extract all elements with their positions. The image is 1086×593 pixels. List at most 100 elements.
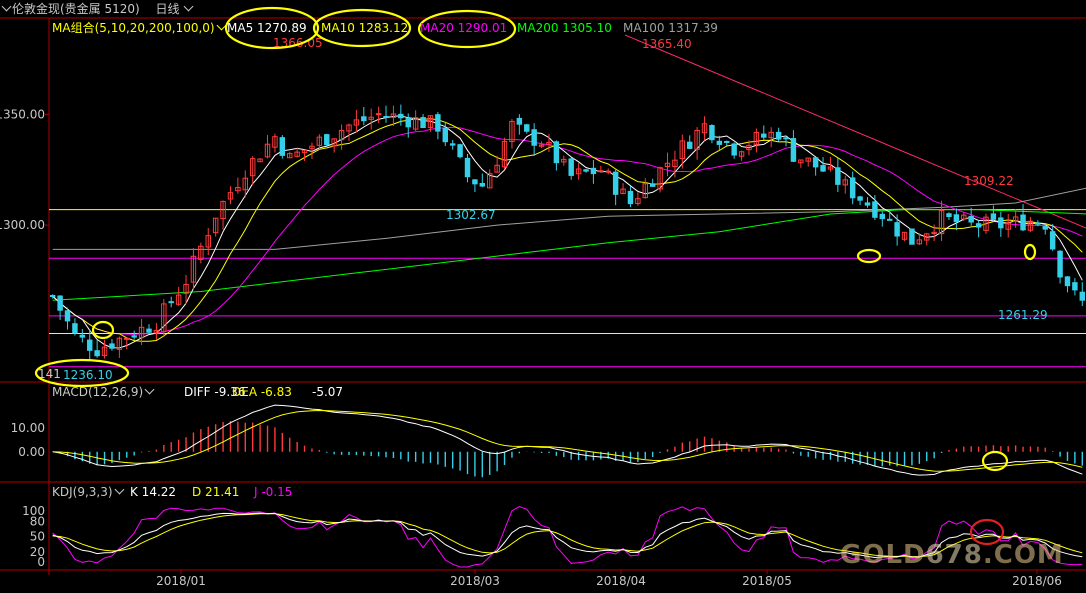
highlight-ellipse — [91, 320, 115, 340]
candle-body — [568, 158, 574, 176]
kdj-tick-label: 50 — [30, 530, 45, 544]
candle-body — [279, 137, 286, 156]
chevron-down-icon — [144, 384, 155, 395]
d-legend: D 21.41 — [192, 485, 240, 499]
candle-body — [1035, 222, 1041, 225]
chevron-down-icon — [183, 1, 194, 12]
ma20-legend: MA20 1290.01 — [420, 21, 508, 35]
candle-body — [835, 167, 841, 185]
candle-body — [375, 113, 382, 116]
ma200-legend: MA200 1305.10 — [517, 21, 612, 35]
candle-body — [472, 179, 478, 185]
candle-body — [49, 295, 56, 298]
candle-body — [894, 222, 900, 237]
chart-canvas[interactable]: 1350.001300.001366.05 1365.401302.671309.… — [0, 0, 1086, 593]
candle-body — [479, 182, 486, 187]
candle-body — [361, 116, 367, 122]
candle-body — [783, 137, 789, 140]
candle-body — [812, 157, 819, 168]
candle-body — [968, 216, 974, 223]
candle-body — [553, 141, 560, 164]
kdj-selector[interactable]: KDJ(9,3,3) — [52, 484, 127, 500]
candle-body — [146, 328, 152, 333]
candle-body — [131, 335, 137, 338]
candle-body — [72, 323, 78, 334]
macd-selector[interactable]: MACD(12,26,9) — [52, 384, 157, 400]
candle-body — [64, 310, 71, 322]
period-menu[interactable]: 日线 — [155, 1, 194, 16]
ma100-line — [52, 187, 1086, 250]
ma200-line — [52, 209, 1086, 301]
macd-tick-label: 0.00 — [18, 445, 45, 459]
watermark-logo: GOLD678.COM — [840, 540, 1064, 570]
candle-body — [383, 115, 389, 118]
annotation-low: 1302.67 — [446, 208, 496, 222]
candle-body — [627, 190, 634, 205]
ma5-line — [52, 115, 1083, 349]
candle-body — [790, 138, 797, 162]
watermark-part: .COM — [982, 540, 1064, 570]
candle-body — [857, 196, 863, 201]
candle-body — [886, 218, 893, 221]
candle-body — [1079, 291, 1086, 301]
time-tick-label: 2018/03 — [450, 574, 500, 588]
macd-value-legend: -5.07 — [312, 385, 344, 399]
candle-body — [953, 214, 960, 223]
candle-body — [872, 201, 878, 218]
candle-body — [820, 165, 826, 172]
symbol-menu[interactable]: 伦敦金现(贵金属 5120) — [0, 1, 146, 16]
candle-body — [324, 134, 330, 146]
candle-body — [909, 228, 915, 245]
period-label: 日线 — [155, 2, 180, 16]
macd-tick-label: 10.00 — [11, 421, 45, 435]
candle-body — [612, 171, 619, 195]
candle-body — [605, 170, 611, 173]
candle-body — [849, 177, 856, 199]
candle-body — [1042, 225, 1048, 230]
candle-body — [420, 117, 426, 129]
chart-window: 1350.00 1300.00 1366.05 1365.40 1302.67 1309.… — [0, 0, 1086, 593]
highlight-ellipse — [1023, 243, 1037, 261]
candle-body — [716, 140, 723, 145]
annotation-low: 1236.10 — [63, 368, 113, 382]
candle-body — [57, 295, 63, 311]
kdj-tick-label: 80 — [30, 514, 45, 528]
candle-body — [94, 350, 100, 357]
candle-body — [686, 141, 693, 149]
watermark-part: GOLD — [840, 540, 926, 570]
symbol-title: 伦敦金现(贵金属 5120) — [12, 2, 140, 16]
ma10-line — [52, 118, 1083, 342]
candle-body — [1072, 282, 1078, 291]
candle-body — [435, 114, 441, 132]
candle-body — [975, 223, 982, 228]
dea-legend: DEA -6.83 — [232, 385, 292, 399]
candle-body — [709, 125, 715, 141]
time-tick-label: 2018/01 — [156, 574, 206, 588]
candle-body — [398, 113, 404, 119]
price-tick-label: 1350.00 — [0, 107, 45, 121]
candle-body — [1057, 250, 1063, 278]
highlight-ellipse — [856, 248, 882, 264]
candle-body — [583, 169, 589, 172]
toolbar: 伦敦金现(贵金属 5120) 日线 — [0, 0, 196, 18]
annotation-high: 1365.40 — [642, 37, 692, 51]
candle-body — [864, 202, 871, 206]
candle-body — [464, 157, 471, 178]
candle-body — [442, 127, 449, 143]
chevron-down-icon — [1, 1, 12, 12]
candle-body — [1049, 231, 1056, 250]
kdj-label: KDJ(9,3,3) — [52, 485, 113, 499]
candle-body — [79, 334, 86, 338]
ma-group-selector[interactable]: MA组合(5,10,20,200,100,0) — [52, 20, 229, 36]
candle-body — [879, 213, 886, 220]
candle-body — [109, 343, 115, 349]
ma5-legend: MA5 1270.89 — [227, 21, 307, 35]
dea-line — [52, 409, 1083, 472]
candle-body — [761, 133, 767, 138]
candle-body — [649, 183, 656, 187]
candle-body — [449, 143, 456, 146]
diff-line — [52, 404, 1083, 476]
ma100-legend: MA100 1317.39 — [623, 21, 718, 35]
chevron-down-icon — [216, 20, 227, 31]
ma20-line — [52, 126, 1083, 335]
